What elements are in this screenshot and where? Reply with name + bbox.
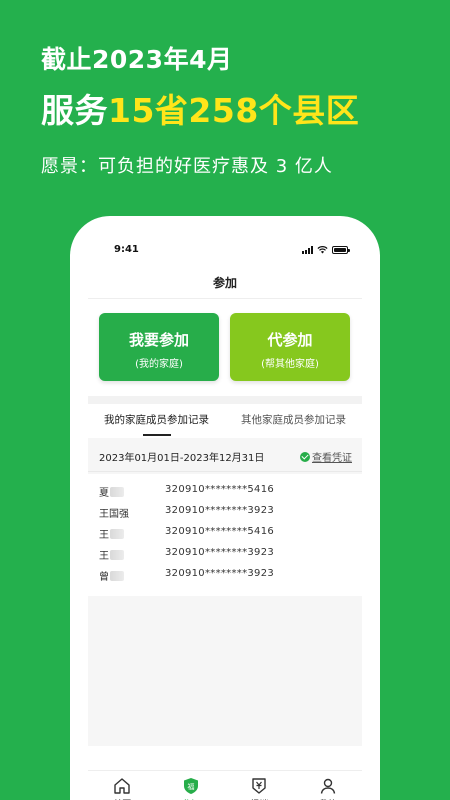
member-name: 王 (99, 526, 124, 541)
table-row[interactable]: 王国强 320910********3923 (88, 505, 362, 526)
section-divider (88, 396, 362, 404)
battery-icon (332, 246, 350, 254)
member-name-text: 夏 (99, 488, 109, 499)
record-header: 2023年01月01日-2023年12月31日 查看凭证 (88, 438, 362, 472)
member-id-number: 320910********5416 (165, 526, 275, 537)
member-id-number: 320910********3923 (165, 568, 275, 579)
date-range: 2023年01月01日-2023年12月31日 (99, 453, 265, 464)
tab-my-family-records[interactable]: 我的家庭成员参加记录 (88, 412, 225, 436)
member-name-text: 曾 (99, 572, 109, 583)
join-myself-subtitle: (我的家庭) (135, 359, 183, 370)
table-row[interactable]: 夏 320910********5416 (88, 484, 362, 505)
join-on-behalf-title: 代参加 (267, 331, 313, 349)
status-icons (302, 246, 350, 254)
join-myself-title: 我要参加 (128, 331, 189, 349)
svg-text:福: 福 (187, 782, 194, 791)
redaction-blur (110, 550, 124, 560)
join-on-behalf-button[interactable]: 代参加 (帮其他家庭) (230, 313, 350, 381)
tabbar-item-mine[interactable]: 我的 (294, 771, 363, 800)
promo-headline-service: 服务15省258个县区 (41, 84, 359, 132)
bottom-tab-bar: 首页 福 参加 报销 我的 (88, 770, 362, 800)
record-list: 2023年01月01日-2023年12月31日 查看凭证 夏 320910***… (88, 438, 362, 746)
member-name-text: 王国强 (99, 509, 129, 520)
phone-frame: 9:41 参加 我要参加 (我的家庭) 代参加 (帮其他家庭) 我的家庭成员参加… (70, 216, 380, 800)
user-icon (320, 778, 335, 794)
member-name: 王国强 (99, 505, 129, 520)
table-row[interactable]: 王 320910********3923 (88, 547, 362, 568)
member-id-number: 320910********3923 (165, 547, 275, 558)
member-id-number: 320910********3923 (165, 505, 275, 516)
reimburse-icon (252, 778, 266, 794)
status-time: 9:41 (114, 244, 139, 255)
promo-service-prefix: 服务 (41, 91, 108, 130)
view-proof-label: 查看凭证 (312, 453, 352, 464)
join-on-behalf-subtitle: (帮其他家庭) (261, 359, 319, 370)
promo-service-highlight: 15省258个县区 (108, 91, 360, 130)
tab-other-family-records[interactable]: 其他家庭成员参加记录 (225, 412, 362, 436)
wifi-icon (317, 246, 328, 254)
redaction-blur (110, 571, 124, 581)
member-name-text: 王 (99, 530, 109, 541)
redaction-blur (110, 529, 124, 539)
member-name: 王 (99, 547, 124, 562)
view-proof-link[interactable]: 查看凭证 (300, 449, 352, 464)
member-id-number: 320910********5416 (165, 484, 275, 495)
redaction-blur (110, 487, 124, 497)
table-row[interactable]: 王 320910********5416 (88, 526, 362, 547)
tabbar-item-home[interactable]: 首页 (88, 771, 157, 800)
join-myself-button[interactable]: 我要参加 (我的家庭) (99, 313, 219, 381)
shield-fu-icon: 福 (183, 778, 198, 794)
status-bar: 9:41 (70, 244, 380, 260)
member-name: 曾 (99, 568, 124, 583)
tabbar-item-reimburse[interactable]: 报销 (225, 771, 294, 800)
record-tabs: 我的家庭成员参加记录 其他家庭成员参加记录 (88, 412, 362, 436)
promo-vision: 愿景：可负担的好医疗惠及 3 亿人 (41, 156, 333, 177)
home-icon (114, 778, 130, 794)
promo-headline-date: 截止2023年4月 (41, 45, 233, 74)
table-row[interactable]: 曾 320910********3923 (88, 568, 362, 589)
tabbar-item-join[interactable]: 福 参加 (157, 771, 226, 800)
page-title: 参加 (212, 276, 237, 290)
member-name-text: 王 (99, 551, 109, 562)
record-rows: 夏 320910********5416 王国强 320910********3… (88, 474, 362, 596)
check-circle-icon (300, 451, 310, 462)
member-name: 夏 (99, 484, 124, 499)
signal-icon (302, 246, 313, 254)
nav-divider (88, 298, 362, 299)
